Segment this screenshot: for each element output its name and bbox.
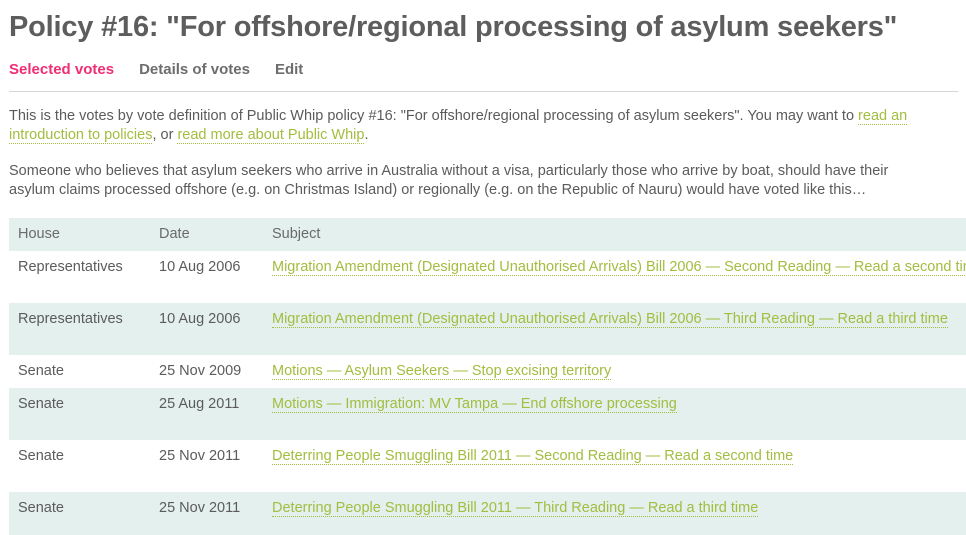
subject-link[interactable]: Motions — Immigration: MV Tampa — End of…	[272, 396, 677, 413]
cell-subject: Deterring People Smuggling Bill 2011 — S…	[263, 440, 966, 492]
cell-house: Senate	[9, 492, 150, 535]
table-row: Senate 25 Nov 2011 Deterring People Smug…	[9, 492, 966, 535]
intro-paragraph-1: This is the votes by vote definition of …	[9, 92, 938, 145]
cell-subject: Migration Amendment (Designated Unauthor…	[263, 303, 966, 355]
cell-subject: Migration Amendment (Designated Unauthor…	[263, 251, 966, 303]
cell-house: Senate	[18, 363, 64, 379]
intro-text-part-3: .	[364, 127, 369, 143]
cell-date: 25 Nov 2011	[150, 492, 263, 535]
cell-house: Senate	[9, 388, 150, 440]
table-row: Senate 25 Aug 2011 Motions — Immigration…	[9, 388, 966, 440]
intro-text-part-2: , or	[152, 127, 178, 143]
cell-house: Representatives	[18, 259, 123, 275]
table-row: Senate 25 Nov 2011 Deterring People Smug…	[9, 440, 966, 492]
intro-paragraph-2: Someone who believes that asylum seekers…	[9, 163, 889, 198]
cell-subject: Deterring People Smuggling Bill 2011 — T…	[263, 492, 966, 535]
table-row: Representatives 10 Aug 2006 Migration Am…	[9, 303, 966, 355]
tab-edit[interactable]: Edit	[275, 60, 303, 79]
votes-table-body: Representatives 10 Aug 2006 Migration Am…	[9, 251, 966, 535]
table-row: Representatives 10 Aug 2006 Migration Am…	[9, 251, 966, 303]
votes-table: House Date Subject Policy vote Represent…	[9, 218, 966, 535]
intro-section: This is the votes by vote definition of …	[0, 92, 946, 200]
column-header-date[interactable]: Date	[150, 218, 263, 251]
subject-link[interactable]: Motions — Asylum Seekers — Stop excising…	[272, 363, 612, 380]
votes-table-container: House Date Subject Policy vote Represent…	[0, 200, 966, 535]
subject-link[interactable]: Deterring People Smuggling Bill 2011 — S…	[272, 448, 794, 465]
cell-house: Representatives	[9, 303, 150, 355]
tab-bar: Selected votes Details of votes Edit	[0, 46, 966, 79]
table-header-row: House Date Subject Policy vote	[9, 218, 966, 251]
cell-date: 25 Aug 2011	[150, 388, 263, 440]
page-title: Policy #16: "For offshore/regional proce…	[9, 11, 898, 43]
cell-house: Senate	[18, 448, 64, 464]
subject-link[interactable]: Migration Amendment (Designated Unauthor…	[272, 311, 948, 328]
policy-page: Policy #16: "For offshore/regional proce…	[0, 0, 966, 535]
link-about-public-whip[interactable]: read more about Public Whip	[177, 127, 365, 144]
cell-date: 25 Nov 2009	[159, 363, 242, 379]
cell-date: 10 Aug 2006	[159, 259, 241, 275]
subject-link[interactable]: Migration Amendment (Designated Unauthor…	[272, 259, 966, 276]
cell-date: 25 Nov 2011	[159, 448, 241, 464]
table-row: Senate 25 Nov 2009 Motions — Asylum Seek…	[9, 355, 966, 388]
column-header-subject[interactable]: Subject	[263, 218, 966, 251]
cell-subject: Motions — Asylum Seekers — Stop excising…	[263, 355, 966, 388]
cell-subject: Motions — Immigration: MV Tampa — End of…	[263, 388, 966, 440]
tab-selected-votes[interactable]: Selected votes	[9, 60, 114, 79]
intro-text-part-1: This is the votes by vote definition of …	[9, 108, 859, 124]
subject-link[interactable]: Deterring People Smuggling Bill 2011 — T…	[272, 500, 759, 517]
cell-date: 10 Aug 2006	[150, 303, 263, 355]
tab-details-of-votes[interactable]: Details of votes	[139, 60, 250, 79]
votes-table-head: House Date Subject Policy vote	[9, 218, 966, 251]
column-header-house[interactable]: House	[9, 218, 150, 251]
